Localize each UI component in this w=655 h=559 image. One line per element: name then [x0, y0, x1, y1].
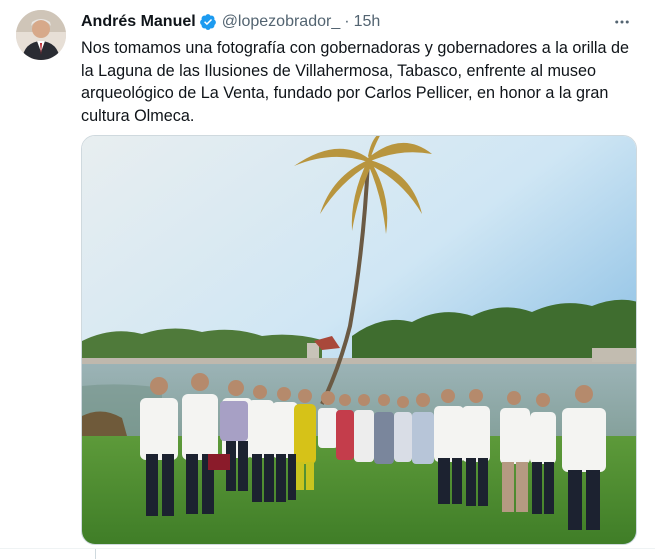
author-avatar[interactable] [16, 10, 66, 60]
author-handle[interactable]: @lopezobrador_ [222, 13, 341, 31]
tweet-timestamp[interactable]: 15h [354, 13, 381, 31]
separator-dot: · [344, 13, 350, 30]
verified-badge-icon [199, 13, 217, 31]
tweet-card[interactable]: Andrés Manuel @lopezobrador_ · 15h Nos t… [0, 0, 655, 559]
group-photo-image [82, 136, 636, 544]
tweet-photo[interactable] [81, 135, 637, 545]
tweet-header: Andrés Manuel @lopezobrador_ · 15h [81, 11, 639, 33]
divider [0, 548, 655, 549]
author-display-name[interactable]: Andrés Manuel [81, 13, 196, 31]
more-dots-icon[interactable] [609, 9, 635, 35]
tweet-text: Nos tomamos una fotografía con gobernado… [81, 39, 630, 125]
thread-connector [95, 549, 96, 559]
